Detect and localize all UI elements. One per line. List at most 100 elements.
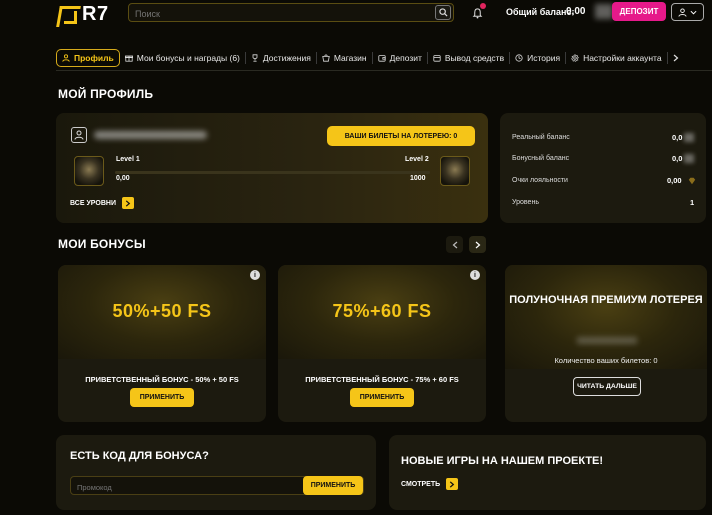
- progress-end-value: 1000: [410, 175, 426, 182]
- user-icon: [62, 54, 70, 62]
- tab-history[interactable]: История: [510, 49, 565, 67]
- bell-icon: [472, 8, 483, 19]
- search-bar: [128, 3, 454, 23]
- bonuses-title: МОИ БОНУСЫ: [58, 237, 146, 251]
- lottery-title: ПОЛУНОЧНАЯ ПРЕМИУМ ЛОТЕРЕЯ: [509, 294, 703, 306]
- view-games-label: СМОТРЕТЬ: [401, 480, 441, 488]
- tab-withdraw[interactable]: Вывод средств: [428, 49, 509, 67]
- all-levels-link[interactable]: ВСЕ УРОВНИ: [70, 197, 134, 209]
- bonus-balance-label: Бонусный баланс: [512, 155, 570, 162]
- tab-label: Магазин: [333, 53, 367, 63]
- diamond-icon: [688, 177, 696, 185]
- promo-apply-button[interactable]: ПРИМЕНИТЬ: [303, 476, 363, 495]
- notifications-button[interactable]: [472, 3, 486, 19]
- tab-label: Депозит: [389, 53, 422, 63]
- settings-icon: [571, 54, 579, 62]
- search-icon: [438, 8, 448, 17]
- tab-label: Профиль: [74, 53, 114, 63]
- logo[interactable]: R7: [58, 3, 109, 26]
- tab-profile[interactable]: Профиль: [56, 49, 120, 67]
- view-games-link[interactable]: СМОТРЕТЬ: [401, 478, 459, 490]
- lottery-ticket-count: Количество ваших билетов: 0: [554, 356, 658, 365]
- promo-title: ЕСТЬ КОД ДЛЯ БОНУСА?: [70, 450, 209, 462]
- user-icon: [678, 7, 687, 17]
- real-balance-blur: [684, 133, 694, 142]
- level-value: 1: [690, 198, 695, 207]
- tab-achievements[interactable]: Достижения: [246, 49, 316, 67]
- bonuses-next-button[interactable]: [469, 236, 486, 253]
- info-icon[interactable]: i: [250, 270, 260, 280]
- level1-label: Level 1: [116, 156, 140, 163]
- tab-bonuses[interactable]: Мои бонусы и награды (6): [120, 49, 245, 67]
- level1-badge: [74, 156, 104, 186]
- all-levels-label: ВСЕ УРОВНИ: [70, 199, 116, 207]
- bonus-balance-value: 0,0: [672, 154, 683, 163]
- chevron-right-icon: [475, 241, 480, 248]
- new-games-title: НОВЫЕ ИГРЫ НА НАШЕМ ПРОЕКТЕ!: [401, 455, 604, 467]
- bonuses-prev-button[interactable]: [446, 236, 463, 253]
- avatar: [71, 127, 87, 143]
- promo-code-input[interactable]: [71, 479, 301, 496]
- tab-label: Достижения: [262, 53, 311, 63]
- tab-account-settings[interactable]: Настройки аккаунта: [566, 49, 667, 67]
- new-games-card: [389, 435, 706, 510]
- level2-label: Level 2: [405, 156, 429, 163]
- profile-nav: Профиль Мои бонусы и награды (6) Достиже…: [56, 49, 684, 67]
- level-progress-bar: [115, 171, 430, 174]
- balance-blur: [595, 4, 613, 19]
- logo-mark-icon: [58, 6, 77, 24]
- real-balance-value: 0,0: [672, 133, 683, 142]
- deposit-button[interactable]: ДЕПОЗИТ: [612, 2, 666, 21]
- lottery-banner: [505, 265, 707, 369]
- shop-icon: [322, 54, 330, 62]
- apply-bonus-button[interactable]: ПРИМЕНИТЬ: [130, 388, 194, 407]
- bonus-balance-blur: [684, 154, 694, 163]
- lottery-tickets-button[interactable]: ВАШИ БИЛЕТЫ НА ЛОТЕРЕЮ: 0: [327, 126, 475, 146]
- loyalty-points-value: 0,00: [667, 176, 682, 185]
- tab-shop[interactable]: Магазин: [317, 49, 372, 67]
- email-blurred: [94, 131, 207, 139]
- logo-text: R7: [82, 3, 109, 25]
- level-label: Уровень: [512, 199, 539, 206]
- lottery-card: ПОЛУНОЧНАЯ ПРЕМИУМ ЛОТЕРЕЯ Количество ва…: [505, 265, 707, 422]
- info-icon[interactable]: i: [470, 270, 480, 280]
- balance-value: 0,00: [566, 6, 586, 17]
- history-icon: [515, 54, 523, 62]
- bonus-name: ПРИВЕТСТВЕННЫЙ БОНУС - 50% + 50 FS: [85, 375, 239, 384]
- bonus-card: i 75%+60 FS ПРИВЕТСТВЕННЫЙ БОНУС - 75% +…: [278, 265, 486, 422]
- trophy-icon: [252, 54, 258, 62]
- bonus-headline: 75%+60 FS: [332, 301, 432, 321]
- search-input[interactable]: [129, 5, 419, 23]
- chevron-right-icon: [673, 54, 678, 62]
- promo-code-card: [56, 435, 376, 510]
- wallet-icon: [378, 55, 386, 62]
- real-balance-label: Реальный баланс: [512, 134, 570, 141]
- tab-label: Мои бонусы и награды (6): [136, 53, 240, 63]
- tab-label: Настройки аккаунта: [583, 53, 662, 63]
- progress-start-value: 0,00: [116, 175, 130, 182]
- read-more-button[interactable]: ЧИТАТЬ ДАЛЬШЕ: [573, 377, 641, 396]
- loyalty-points-label: Очки лояльности: [512, 177, 568, 184]
- chevron-right-icon: [121, 197, 134, 209]
- lottery-date-blurred: [577, 337, 637, 344]
- bonus-headline: 50%+50 FS: [112, 301, 212, 321]
- tab-label: История: [527, 53, 561, 63]
- balance-label: Общий баланс:: [506, 7, 575, 17]
- tab-deposit[interactable]: Депозит: [373, 49, 427, 67]
- user-icon: [74, 130, 84, 140]
- promo-code-field: ПРИМЕНИТЬ: [70, 476, 364, 496]
- bonus-card: i 50%+50 FS ПРИВЕТСТВЕННЫЙ БОНУС - 50% +…: [58, 265, 266, 422]
- notification-badge: [480, 3, 486, 9]
- chevron-down-icon: [690, 10, 697, 15]
- withdraw-icon: [433, 55, 441, 62]
- balance-stats-card: [500, 113, 706, 223]
- nav-scroll-right-button[interactable]: [668, 49, 684, 67]
- user-menu-button[interactable]: [671, 3, 704, 21]
- level2-badge: [440, 156, 470, 186]
- chevron-right-icon: [446, 478, 459, 490]
- apply-bonus-button[interactable]: ПРИМЕНИТЬ: [350, 388, 414, 407]
- bonus-name: ПРИВЕТСТВЕННЫЙ БОНУС - 75% + 60 FS: [305, 375, 459, 384]
- tab-label: Вывод средств: [444, 53, 505, 63]
- search-button[interactable]: [435, 5, 451, 20]
- chevron-left-icon: [452, 241, 457, 248]
